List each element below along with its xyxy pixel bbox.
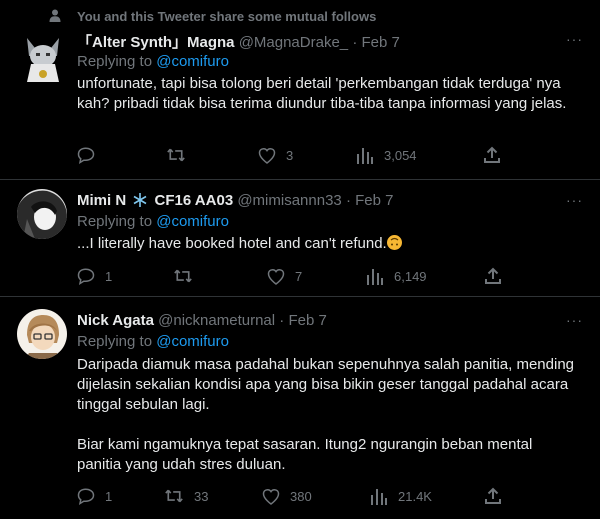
like-count: 3 [286, 147, 294, 163]
avatar[interactable] [17, 189, 67, 239]
more-options-button[interactable]: ··· [566, 31, 583, 47]
share-button[interactable] [484, 266, 502, 286]
more-options-button[interactable]: ··· [566, 192, 583, 208]
action-bar: 1 7 6,149 [0, 266, 600, 286]
views-count: 21.4K [398, 488, 432, 504]
avatar[interactable] [17, 30, 69, 82]
tweet-text: Daripada diamuk masa padahal bukan sepen… [77, 355, 577, 475]
tweet-date[interactable]: Feb 7 [288, 312, 326, 329]
handle[interactable]: @mimisannn33 [237, 192, 341, 209]
reply-count: 1 [105, 268, 113, 284]
share-button[interactable] [484, 486, 502, 506]
tweet-paragraph: Daripada diamuk masa padahal bukan sepen… [77, 356, 575, 413]
tweet[interactable]: Nick Agata @nicknameturnal · Feb 7 ··· R… [0, 297, 600, 519]
retweet-button[interactable]: 33 [164, 486, 208, 506]
share-icon [483, 146, 501, 164]
like-button[interactable]: 3 [258, 145, 293, 165]
tweet-date[interactable]: Feb 7 [361, 34, 399, 51]
views-count: 6,149 [394, 268, 427, 284]
like-button[interactable]: 7 [267, 266, 302, 286]
replying-to: Replying to @comifuro [77, 333, 229, 350]
tweet-date[interactable]: Feb 7 [355, 192, 393, 209]
views-button[interactable]: 6,149 [366, 266, 427, 286]
replying-to-link[interactable]: @comifuro [156, 53, 229, 70]
share-button[interactable] [483, 145, 501, 165]
replying-to: Replying to @comifuro [77, 213, 229, 230]
tweet-header: Nick Agata @nicknameturnal · Feb 7 [77, 312, 327, 329]
views-icon [356, 146, 374, 164]
views-button[interactable]: 3,054 [356, 145, 417, 165]
retweet-icon [166, 146, 186, 164]
retweet-count: 33 [194, 488, 209, 504]
separator: · [352, 34, 358, 51]
separator: · [345, 192, 351, 209]
tweet[interactable]: 「Alter Synth」Magna @MagnaDrake_ · Feb 7 … [0, 0, 600, 180]
retweet-button[interactable] [166, 145, 186, 165]
more-options-button[interactable]: ··· [566, 312, 583, 328]
display-name[interactable]: Nick Agata [77, 312, 154, 329]
reply-button[interactable]: 1 [77, 486, 112, 506]
action-bar: 1 33 380 21.4K [0, 486, 600, 506]
reply-icon [77, 267, 95, 285]
views-icon [366, 267, 384, 285]
tweet-text: unfortunate, tapi bisa tolong beri detai… [77, 74, 577, 114]
views-button[interactable]: 21.4K [370, 486, 432, 506]
reply-button[interactable]: 1 [77, 266, 112, 286]
display-name[interactable]: 「Alter Synth」Magna [77, 34, 235, 51]
upside-down-face-emoji-icon [386, 235, 402, 250]
tweet-paragraph-text: ...I literally have booked hotel and can… [77, 235, 387, 252]
replying-to-label: Replying to [77, 213, 153, 230]
share-icon [484, 487, 502, 505]
tweet-header: 「Alter Synth」Magna @MagnaDrake_ · Feb 7 [77, 31, 400, 52]
reply-icon [77, 487, 95, 505]
views-icon [370, 487, 388, 505]
reply-count: 1 [105, 488, 113, 504]
like-button[interactable]: 380 [262, 486, 312, 506]
retweet-button[interactable] [173, 266, 193, 286]
reply-icon [77, 146, 95, 164]
tweet-paragraph: Biar kami ngamuknya tepat sasaran. Itung… [77, 436, 533, 473]
like-count: 380 [290, 488, 312, 504]
retweet-icon [164, 487, 184, 505]
views-count: 3,054 [384, 147, 417, 163]
reply-button[interactable] [77, 145, 95, 165]
tweet[interactable]: Mimi N CF16 AA03 @mimisannn33 · Feb 7 ··… [0, 180, 600, 296]
like-count: 7 [295, 268, 303, 284]
like-icon [267, 268, 285, 285]
separator: · [279, 312, 285, 329]
handle[interactable]: @nicknameturnal [158, 312, 275, 329]
tweet-paragraph: unfortunate, tapi bisa tolong beri detai… [77, 75, 567, 112]
replying-to: Replying to @comifuro [77, 53, 229, 70]
replying-to-label: Replying to [77, 53, 153, 70]
like-icon [258, 147, 276, 164]
replying-to-link[interactable]: @comifuro [156, 213, 229, 230]
like-icon [262, 488, 280, 505]
retweet-icon [173, 267, 193, 285]
tweet-text: ...I literally have booked hotel and can… [77, 234, 577, 254]
replying-to-label: Replying to [77, 333, 153, 350]
snowflake-icon [132, 192, 148, 212]
replying-to-link[interactable]: @comifuro [156, 333, 229, 350]
display-name[interactable]: Mimi N [77, 192, 126, 209]
display-name-suffix[interactable]: CF16 AA03 [155, 192, 234, 209]
action-bar: 3 3,054 [0, 145, 600, 165]
tweet-paragraph: ...I literally have booked hotel and can… [77, 234, 577, 254]
share-icon [484, 267, 502, 285]
tweet-header: Mimi N CF16 AA03 @mimisannn33 · Feb 7 [77, 192, 393, 212]
handle[interactable]: @MagnaDrake_ [239, 34, 348, 51]
avatar[interactable] [17, 309, 67, 359]
